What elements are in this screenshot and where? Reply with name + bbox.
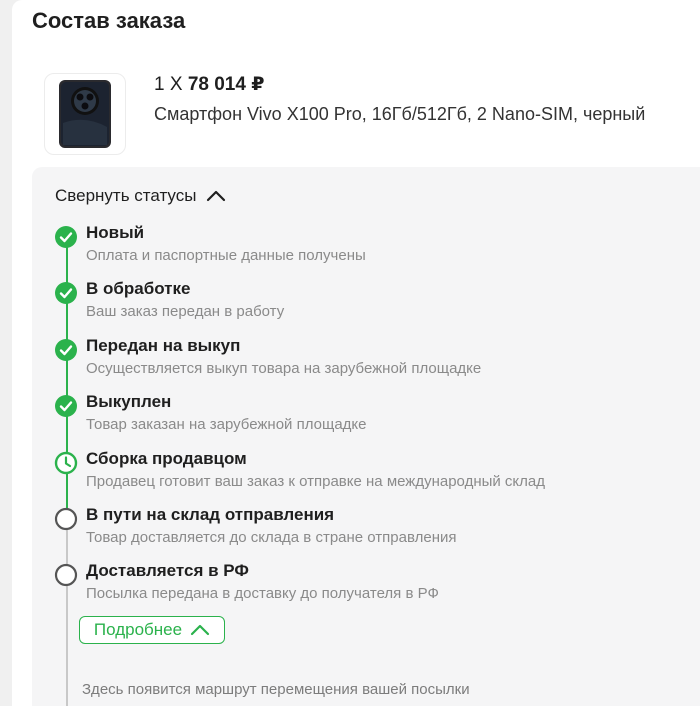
- status-panel: Свернуть статусы Новый Оплата и паспортн…: [32, 167, 700, 706]
- chevron-up-icon: [190, 624, 210, 636]
- status-description: Продавец готовит ваш заказ к отправке на…: [86, 473, 546, 490]
- status-title: Сборка продавцом: [86, 449, 247, 468]
- status-title: Доставляется в РФ: [86, 561, 249, 580]
- check-icon: [55, 339, 77, 361]
- more-details-label: Подробнее: [93, 620, 183, 639]
- order-title: Состав заказа: [32, 8, 186, 33]
- empty-circle-icon: [54, 563, 78, 587]
- status-title: Передан на выкуп: [86, 336, 241, 355]
- status-description: Ваш заказ передан в работу: [86, 303, 285, 320]
- clock-icon: [54, 451, 78, 475]
- item-quantity: 1 X: [154, 74, 183, 95]
- status-description: Товар заказан на зарубежной площадке: [86, 416, 367, 433]
- status-title: В обработке: [86, 279, 191, 298]
- status-title: Выкуплен: [86, 392, 172, 411]
- status-title: Новый: [86, 223, 145, 242]
- status-description: Осуществляется выкуп товара на зарубежно…: [86, 360, 482, 377]
- check-icon: [55, 282, 77, 304]
- product-name[interactable]: Смартфон Vivo X100 Pro, 16Гб/512Гб, 2 Na…: [154, 104, 645, 125]
- check-icon: [55, 395, 77, 417]
- status-description: Оплата и паспортные данные получены: [86, 247, 366, 264]
- status-description: Товар доставляется до склада в стране от…: [86, 529, 457, 546]
- more-details-button[interactable]: Подробнее: [79, 616, 225, 644]
- chevron-up-icon: [207, 190, 226, 202]
- status-title: В пути на склад отправления: [86, 505, 335, 524]
- timeline-line-pending: [66, 527, 68, 706]
- item-quantity-price: 1 X 78 014 ₽: [154, 73, 264, 96]
- empty-circle-icon: [54, 507, 78, 531]
- product-thumbnail[interactable]: [44, 73, 126, 155]
- phone-image: [59, 80, 111, 148]
- collapse-statuses-label: Свернуть статусы: [55, 186, 197, 205]
- item-price: 78 014 ₽: [187, 74, 265, 95]
- route-placeholder-text: Здесь появится маршрут перемещения вашей…: [82, 681, 470, 698]
- status-description: Посылка передана в доставку до получател…: [86, 585, 439, 602]
- order-card: Состав заказа 1 X 78 014 ₽ Смартфон Vivo…: [12, 0, 700, 706]
- check-icon: [55, 226, 77, 248]
- collapse-statuses-button[interactable]: Свернуть статусы: [55, 186, 226, 206]
